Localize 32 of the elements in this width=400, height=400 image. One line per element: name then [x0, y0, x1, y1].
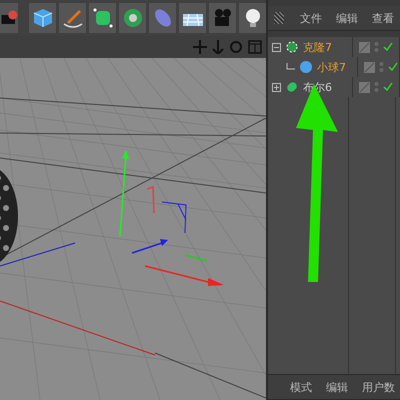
tree-branch-icon — [286, 62, 295, 72]
layer-icon[interactable] — [364, 62, 375, 72]
cloner-icon — [285, 40, 299, 54]
layer-icon[interactable] — [359, 42, 370, 52]
check-icon[interactable] — [383, 42, 393, 52]
visibility-dots-icon[interactable] — [378, 61, 384, 73]
collapse-icon[interactable] — [272, 42, 281, 52]
menu-item[interactable]: 编辑 — [330, 10, 364, 26]
menu-item[interactable]: 编辑 — [320, 380, 354, 394]
menu-item[interactable]: 模式 — [284, 380, 318, 394]
floor-tool-button[interactable] — [179, 3, 206, 33]
pen-tool-button[interactable] — [59, 3, 86, 33]
check-icon[interactable] — [383, 82, 393, 92]
rotate-view-icon[interactable] — [229, 40, 243, 54]
layer-icon[interactable] — [359, 82, 370, 92]
zoom-view-icon[interactable] — [212, 40, 224, 54]
menu-item[interactable]: 文件 — [294, 10, 328, 26]
bulb-tool-button[interactable] — [239, 3, 266, 33]
menu-item[interactable]: 查看 — [366, 10, 400, 26]
object-name[interactable]: 克隆7 — [303, 40, 332, 54]
cube-tool-button[interactable] — [29, 3, 56, 33]
check-icon[interactable] — [388, 62, 398, 72]
visibility-dots-icon[interactable] — [374, 81, 379, 93]
sphere-icon — [299, 60, 313, 74]
move-view-icon[interactable] — [193, 40, 207, 54]
flower-tool-button[interactable] — [119, 3, 146, 33]
visibility-dots-icon[interactable] — [374, 41, 379, 53]
expand-icon[interactable] — [272, 82, 281, 92]
panel-grip-icon[interactable] — [274, 12, 284, 24]
object-name[interactable]: 小球7 — [317, 60, 346, 74]
menu-item[interactable]: 用户数 — [356, 380, 400, 394]
view-layout-icon[interactable] — [248, 40, 262, 54]
